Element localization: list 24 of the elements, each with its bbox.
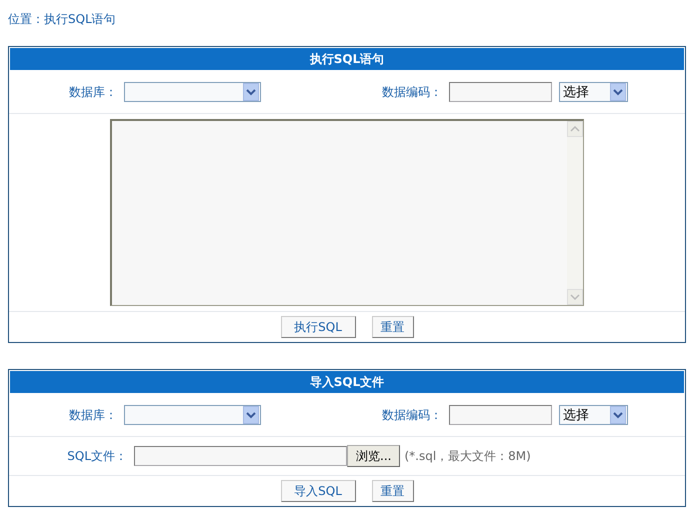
submit-button[interactable]: 执行SQL: [280, 316, 356, 338]
encoding-field[interactable]: [449, 82, 552, 102]
scroll-up-icon[interactable]: [567, 121, 583, 137]
field-label: 数据编码：: [381, 406, 442, 424]
scroll-down-icon[interactable]: [567, 289, 583, 305]
encoding-select[interactable]: 选择: [559, 82, 628, 102]
browse-button[interactable]: 浏览...: [347, 445, 400, 467]
reset-button[interactable]: 重置: [372, 316, 414, 338]
encoding-field[interactable]: [449, 405, 552, 425]
file-path-field[interactable]: [134, 446, 347, 466]
sql-textarea[interactable]: [110, 119, 584, 306]
field-label: 数据库：: [68, 406, 117, 424]
database-select[interactable]: [124, 405, 261, 425]
panel-title: 导入SQL文件: [9, 370, 685, 394]
database-select[interactable]: [124, 82, 261, 102]
field-label: SQL文件：: [66, 448, 127, 464]
field-label: 数据库：: [68, 84, 117, 100]
submit-button[interactable]: 导入SQL: [280, 480, 356, 502]
encoding-select[interactable]: 选择: [559, 405, 628, 425]
breadcrumb: 位置：执行SQL语句: [8, 12, 116, 26]
field-label: 数据编码：: [381, 84, 442, 100]
reset-button[interactable]: 重置: [372, 480, 414, 502]
panel-title: 执行SQL语句: [9, 47, 685, 71]
file-hint: (*.sql，最大文件：8M): [404, 448, 531, 464]
